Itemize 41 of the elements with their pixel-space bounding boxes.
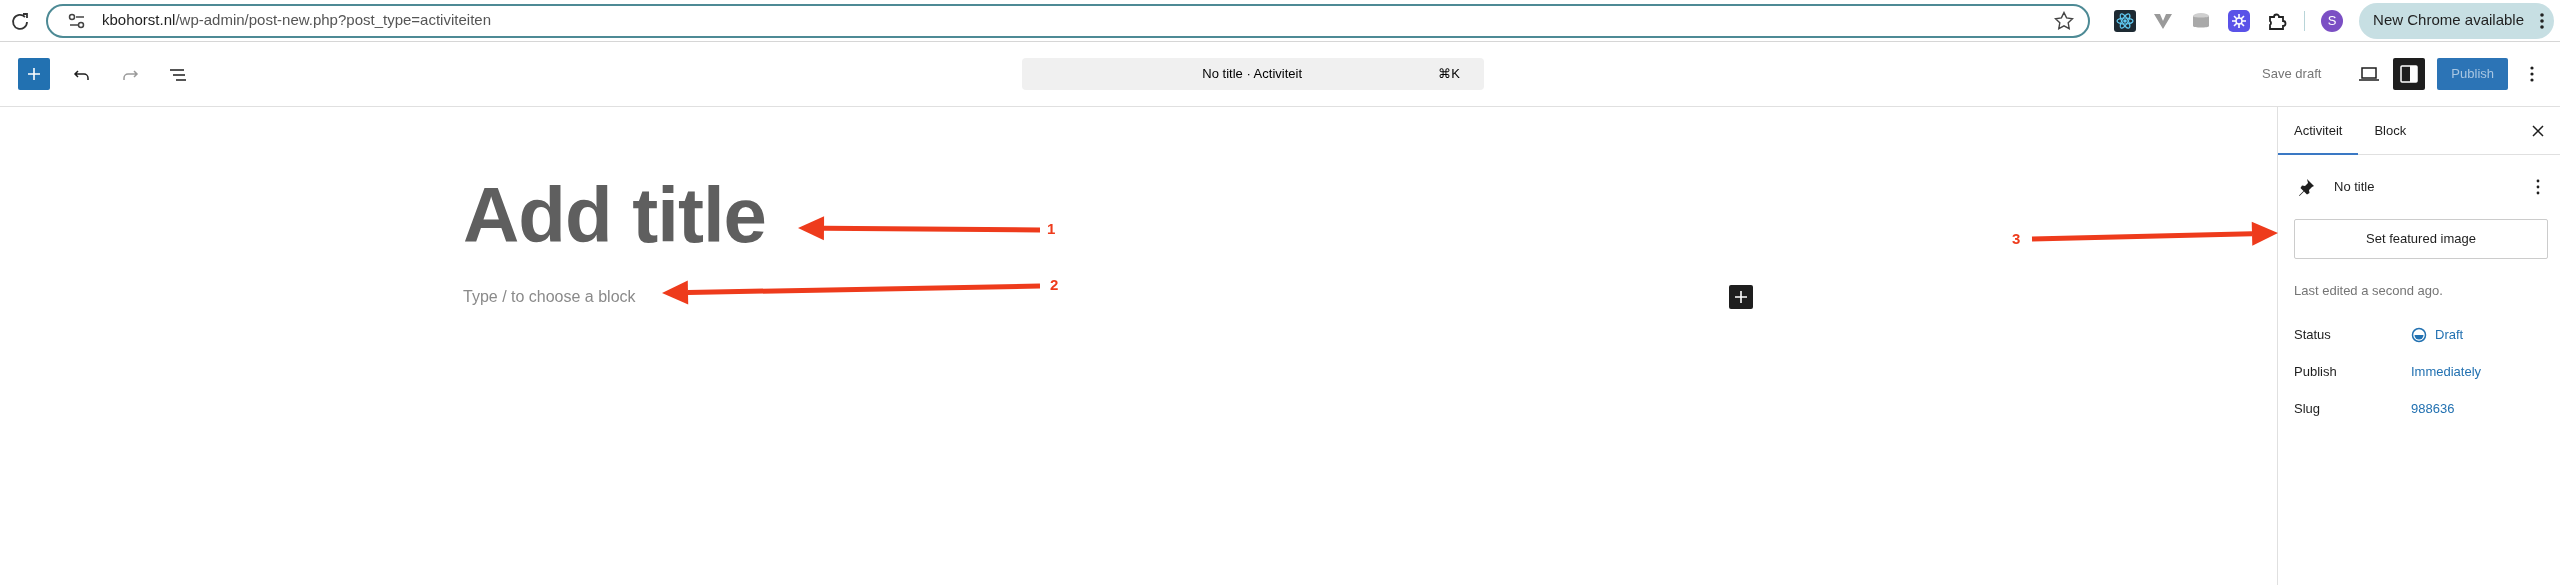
update-button[interactable]: New Chrome available — [2359, 2, 2554, 39]
command-bar-title: No title · Activiteit — [1201, 65, 1303, 84]
last-edited-text: Last edited a second ago. — [2294, 282, 2444, 300]
plus-icon — [1735, 290, 1747, 303]
bookmark-star-icon[interactable] — [2054, 10, 2075, 31]
field-label: Status — [2294, 326, 2332, 345]
more-icon[interactable] — [2540, 11, 2544, 30]
sparkle-icon[interactable] — [2228, 9, 2251, 32]
title-field[interactable]: Add title — [463, 169, 766, 263]
sidebar-tab[interactable]: Block — [2358, 106, 2423, 155]
sidebar-toggle-icon — [2400, 65, 2419, 83]
save-draft-button[interactable]: Save draft — [2254, 58, 2330, 90]
set-featured-image-button[interactable]: Set featured image — [2294, 219, 2548, 259]
field-label: Publish — [2294, 363, 2338, 382]
command-bar[interactable]: No title · Activiteit ⌘K — [1022, 58, 1484, 90]
plus-icon — [26, 66, 42, 82]
more-icon — [2536, 179, 2540, 195]
status-icon — [2411, 327, 2427, 343]
post-title: No title — [2334, 178, 2376, 197]
block-placeholder[interactable]: Type / to choose a block — [463, 284, 636, 309]
url-text: kbohorst.nl/wp-admin/post-new.php?post_type=activiteiten — [102, 10, 492, 31]
more-icon — [2530, 66, 2534, 82]
shortcut-label: ⌘K — [1438, 65, 1460, 84]
field-value-link[interactable]: Immediately — [2411, 362, 2482, 382]
list-icon — [169, 66, 187, 83]
field-value-link[interactable]: Draft — [2411, 325, 2464, 345]
profile-avatar[interactable]: S — [2321, 9, 2344, 32]
site-settings-icon[interactable] — [68, 12, 86, 29]
annotation-number: 1 — [1047, 220, 1056, 237]
field-value-link[interactable]: 988636 — [2411, 399, 2455, 419]
add-block-button[interactable] — [1729, 284, 1753, 309]
annotation-number: 3 — [2012, 230, 2021, 247]
reload-icon[interactable] — [10, 10, 30, 31]
address-bar[interactable]: kbohorst.nl/wp-admin/post-new.php?post_type=activiteiten — [46, 3, 2091, 38]
settings-button[interactable] — [2393, 58, 2426, 90]
sidebar-tab[interactable]: Activiteit — [2278, 106, 2359, 155]
field-label: Slug — [2294, 400, 2322, 419]
laptop-icon — [2359, 66, 2380, 82]
annotation-number: 2 — [1050, 276, 1059, 293]
close-icon — [2531, 123, 2545, 138]
atom-icon[interactable] — [2114, 9, 2137, 32]
